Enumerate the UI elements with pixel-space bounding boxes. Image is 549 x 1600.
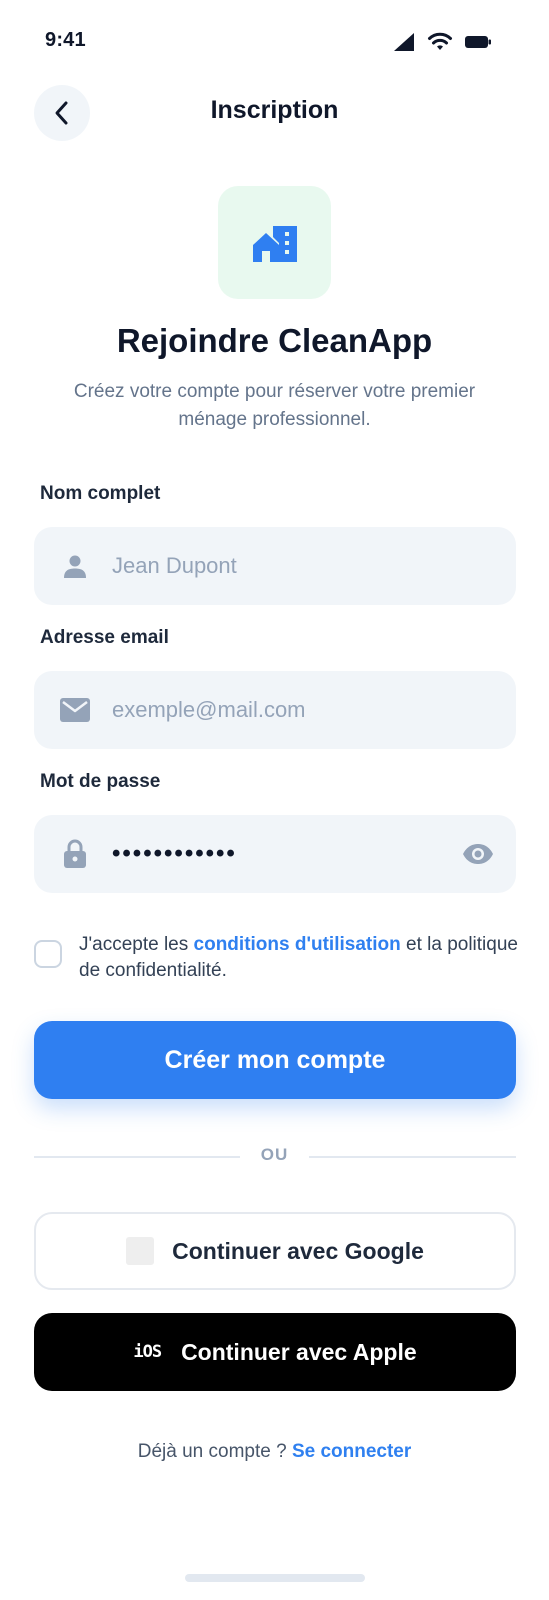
- apple-signin-button[interactable]: iOS Continuer avec Apple: [34, 1313, 516, 1391]
- name-input[interactable]: [112, 553, 432, 579]
- status-time: 9:41: [45, 29, 86, 51]
- login-link[interactable]: Se connecter: [292, 1441, 411, 1462]
- wifi-icon: [428, 32, 452, 50]
- page-title: Inscription: [210, 96, 339, 124]
- mail-icon: [58, 698, 92, 722]
- building-home-icon: [252, 225, 297, 262]
- user-icon: [58, 553, 92, 579]
- google-icon: [126, 1237, 155, 1265]
- password-input[interactable]: ••••••••••••: [112, 840, 237, 868]
- terms-link[interactable]: conditions d'utilisation: [194, 934, 401, 955]
- terms-text: J'accepte les conditions d'utilisation e…: [79, 932, 519, 984]
- name-label: Nom complet: [40, 483, 161, 504]
- login-prompt-text: Déjà un compte ?: [137, 1441, 292, 1462]
- battery-icon: [465, 36, 491, 48]
- password-label: Mot de passe: [40, 771, 161, 792]
- google-signin-button[interactable]: Continuer avec Google: [34, 1212, 516, 1290]
- password-field[interactable]: ••••••••••••: [34, 815, 516, 893]
- cellular-signal-icon: [394, 33, 414, 51]
- divider-label: OU: [260, 1145, 289, 1164]
- lock-icon: [58, 839, 92, 869]
- signup-screen: 9:41 Inscription Rejoindre CleanApp Crée…: [0, 0, 549, 1600]
- home-indicator: [185, 1574, 365, 1582]
- status-bar: 9:41: [0, 0, 549, 84]
- email-label: Adresse email: [40, 627, 169, 648]
- apple-icon: iOS: [133, 1342, 162, 1362]
- login-prompt: Déjà un compte ? Se connecter: [0, 1441, 549, 1463]
- create-account-button[interactable]: Créer mon compte: [34, 1021, 516, 1099]
- hero-subtitle: Créez votre compte pour réserver votre p…: [73, 381, 476, 430]
- terms-prefix: J'accepte les: [79, 934, 194, 955]
- email-input[interactable]: [112, 697, 432, 723]
- hero-title: Rejoindre CleanApp: [116, 322, 433, 359]
- email-field[interactable]: [34, 671, 516, 749]
- google-button-label: Continuer avec Google: [172, 1237, 424, 1264]
- apple-button-label: Continuer avec Apple: [181, 1338, 417, 1365]
- terms-checkbox[interactable]: [34, 940, 62, 968]
- app-logo: [218, 186, 331, 299]
- eye-icon[interactable]: [462, 839, 494, 869]
- status-icons: [393, 32, 491, 52]
- name-field[interactable]: [34, 527, 516, 605]
